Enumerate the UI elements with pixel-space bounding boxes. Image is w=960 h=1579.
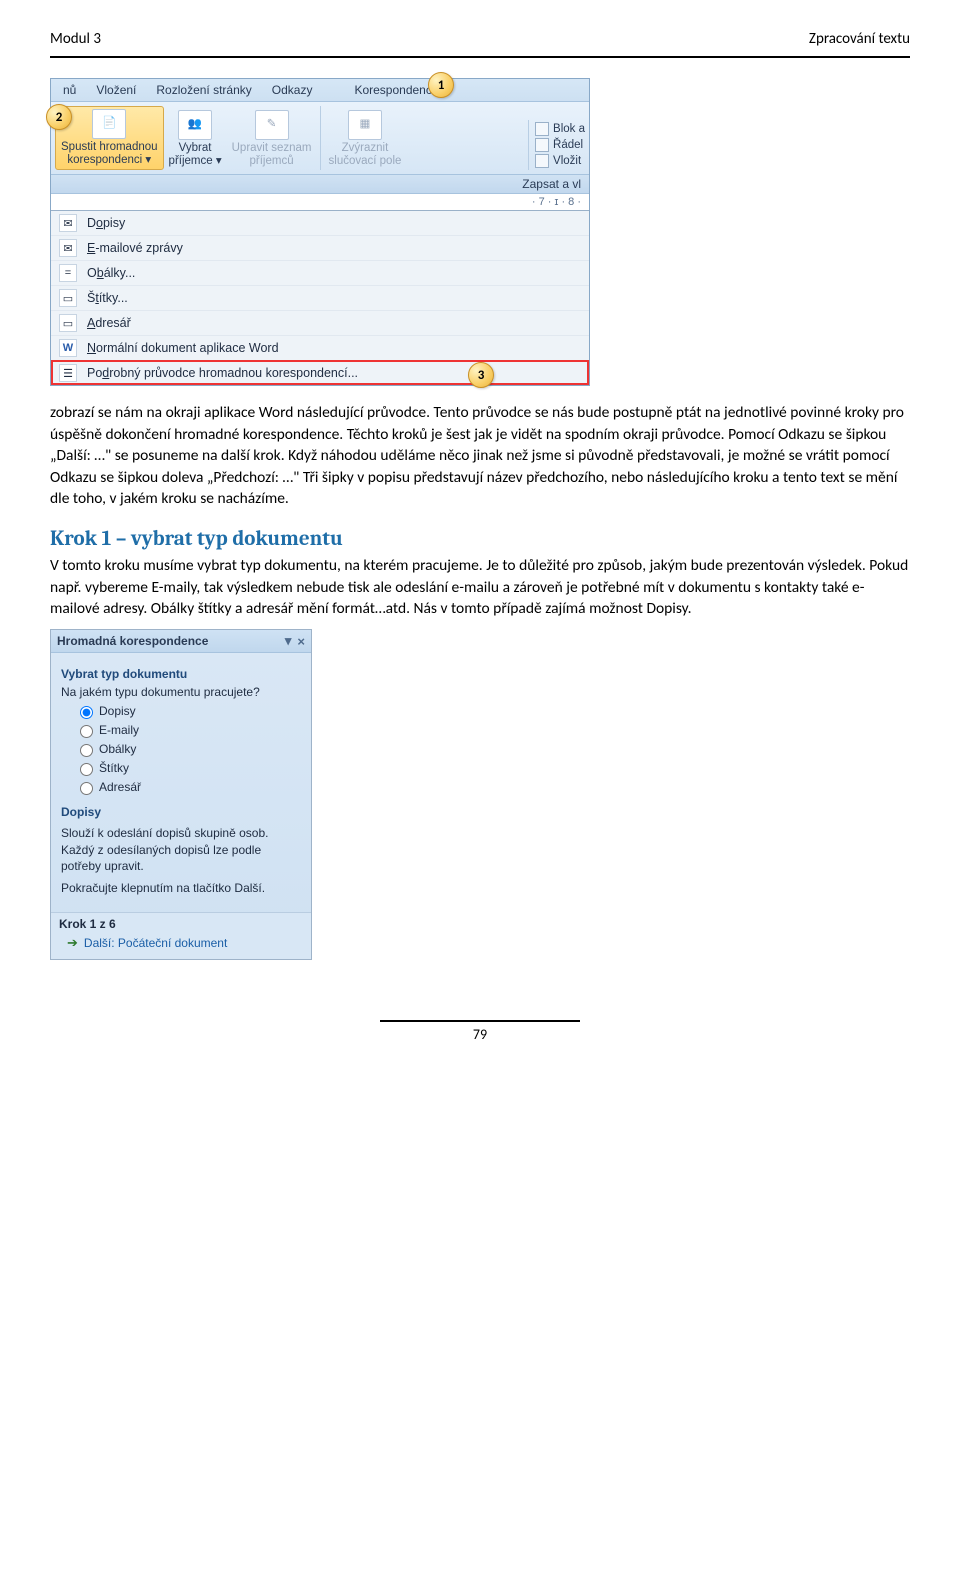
option-adresar[interactable]: Adresář [75,779,301,795]
label[interactable]: Vložit [553,155,581,167]
section-select-type: Vybrat typ dokumentu [61,667,301,681]
line-icon [535,138,549,152]
ribbon-tab[interactable]: Korespondence [354,83,438,97]
body-paragraph-2: V tomto kroku musíme vybrat typ dokument… [50,555,910,619]
dropdown-item-labels[interactable]: ▭ Štítky... [51,285,589,310]
email-icon: ✉ [59,239,77,257]
ribbon-tab[interactable]: nů [63,83,76,97]
envelope-icon: = [59,264,77,282]
ribbon-tabs: nů Vložení Rozložení stránky Odkazy Kore… [51,79,589,102]
option-dopisy[interactable]: Dopisy [75,703,301,719]
dropdown-item-letters[interactable]: ✉ Dopisy [51,211,589,235]
header-left: Modul 3 [50,30,101,48]
footer-rule [380,1020,580,1022]
callout-2: 2 [46,104,72,130]
option-emaily[interactable]: E-maily [75,722,301,738]
insert-icon [535,154,549,168]
ribbon-tab[interactable]: Vložení [96,83,136,97]
mailmerge-icon: 📄 [92,109,126,139]
arrow-right-icon: ➔ [67,935,78,951]
option-label: Štítky [99,761,129,775]
option-obalky[interactable]: Obálky [75,741,301,757]
ruler-ticks: · 7 · ɪ · 8 · [532,196,581,208]
header-right: Zpracování textu [809,30,910,48]
wizard-icon: ☰ [59,364,77,382]
directory-icon: ▭ [59,314,77,332]
taskpane-footer: Krok 1 z 6 ➔ Další: Počáteční dokument [51,912,311,959]
section-description-title: Dopisy [61,805,301,819]
ribbon-screenshot: nů Vložení Rozložení stránky Odkazy Kore… [50,78,590,386]
taskpane-titlebar: Hromadná korespondence ▾ × [51,630,311,653]
cmd-select-recipients[interactable]: 👥 Vybrat příjemce ▾ [164,108,227,170]
page-footer: 79 [50,1020,910,1043]
word-icon: W [59,339,77,357]
question-text: Na jakém typu dokumentu pracujete? [61,685,301,699]
step-1-heading: Krok 1 – vybrat typ dokumentu [50,527,910,551]
dropdown-item-label: Dopisy [87,216,125,230]
dropdown-item-wizard[interactable]: ☰ Podrobný průvodce hromadnou koresponde… [51,360,589,385]
dropdown-item-label: E-mailové zprávy [87,241,183,255]
dropdown-item-normal-doc[interactable]: W Normální dokument aplikace Word [51,335,589,360]
label[interactable]: Řádel [553,139,583,151]
option-stitky[interactable]: Štítky [75,760,301,776]
radio-input[interactable] [80,725,93,738]
dropdown-item-label: Adresář [87,316,131,330]
dropdown-item-label: Štítky... [87,291,128,305]
option-label: Adresář [99,780,141,794]
dropdown-item-label: Obálky... [87,266,135,280]
mailmerge-taskpane: Hromadná korespondence ▾ × Vybrat typ do… [50,629,312,960]
cmd-label: Upravit seznam příjemců [232,142,312,168]
cmd-label: Spustit hromadnou korespondenci ▾ [61,141,158,167]
edit-recipients-icon: ✎ [255,110,289,140]
option-label: E-maily [99,723,139,737]
next-step-link[interactable]: ➔ Další: Počáteční dokument [67,935,303,951]
radio-input[interactable] [80,763,93,776]
page-header: Modul 3 Zpracování textu [50,30,910,48]
next-step-label: Další: Počáteční dokument [84,936,227,950]
cmd-label: Zvýraznit slučovací pole [329,142,402,168]
ruler: · 7 · ɪ · 8 · [51,194,589,211]
strip-text: Zapsat a vl [522,177,581,191]
dropdown-item-envelopes[interactable]: = Obálky... [51,260,589,285]
label[interactable]: Blok a [553,123,585,135]
cmd-label: Vybrat příjemce ▾ [169,142,222,168]
letter-icon: ✉ [59,214,77,232]
ribbon-right-group: Blok a Řádel Vložit [528,120,585,170]
dropdown-item-label: Normální dokument aplikace Word [87,341,279,355]
cmd-edit-recipients: ✎ Upravit seznam příjemců [227,108,317,170]
step-indicator: Krok 1 z 6 [59,917,303,931]
dropdown-item-emails[interactable]: ✉ E-mailové zprávy [51,235,589,260]
block-icon [535,122,549,136]
highlight-icon: ▦ [348,110,382,140]
separator [320,106,321,170]
ribbon-group-label: Zapsat a vl [51,175,589,194]
start-mailmerge-dropdown: ✉ Dopisy ✉ E-mailové zprávy = Obálky... … [51,211,589,385]
radio-input[interactable] [80,706,93,719]
dropdown-item-label: Podrobný průvodce hromadnou korespondenc… [87,366,358,380]
taskpane-menu-icon[interactable]: ▾ [285,633,292,649]
label-icon: ▭ [59,289,77,307]
cmd-highlight-fields: ▦ Zvýraznit slučovací pole [324,108,407,170]
ribbon-commands: 📄 Spustit hromadnou korespondenci ▾ 👥 Vy… [51,102,589,175]
recipients-icon: 👥 [178,110,212,140]
header-rule [50,56,910,58]
description-1: Slouží k odeslání dopisů skupině osob. K… [61,825,301,874]
radio-input[interactable] [80,744,93,757]
ribbon-tab[interactable]: Rozložení stránky [156,83,251,97]
taskpane-title: Hromadná korespondence [57,634,208,648]
taskpane-close-icon[interactable]: × [297,634,305,649]
dropdown-item-directory[interactable]: ▭ Adresář [51,310,589,335]
option-label: Dopisy [99,704,136,718]
description-2: Pokračujte klepnutím na tlačítko Další. [61,880,301,896]
radio-input[interactable] [80,782,93,795]
body-paragraph-1: zobrazí se nám na okraji aplikace Word n… [50,402,910,509]
option-label: Obálky [99,742,136,756]
ribbon-tab[interactable]: Odkazy [272,83,313,97]
page-number: 79 [50,1026,910,1043]
callout-1: 1 [428,72,454,98]
